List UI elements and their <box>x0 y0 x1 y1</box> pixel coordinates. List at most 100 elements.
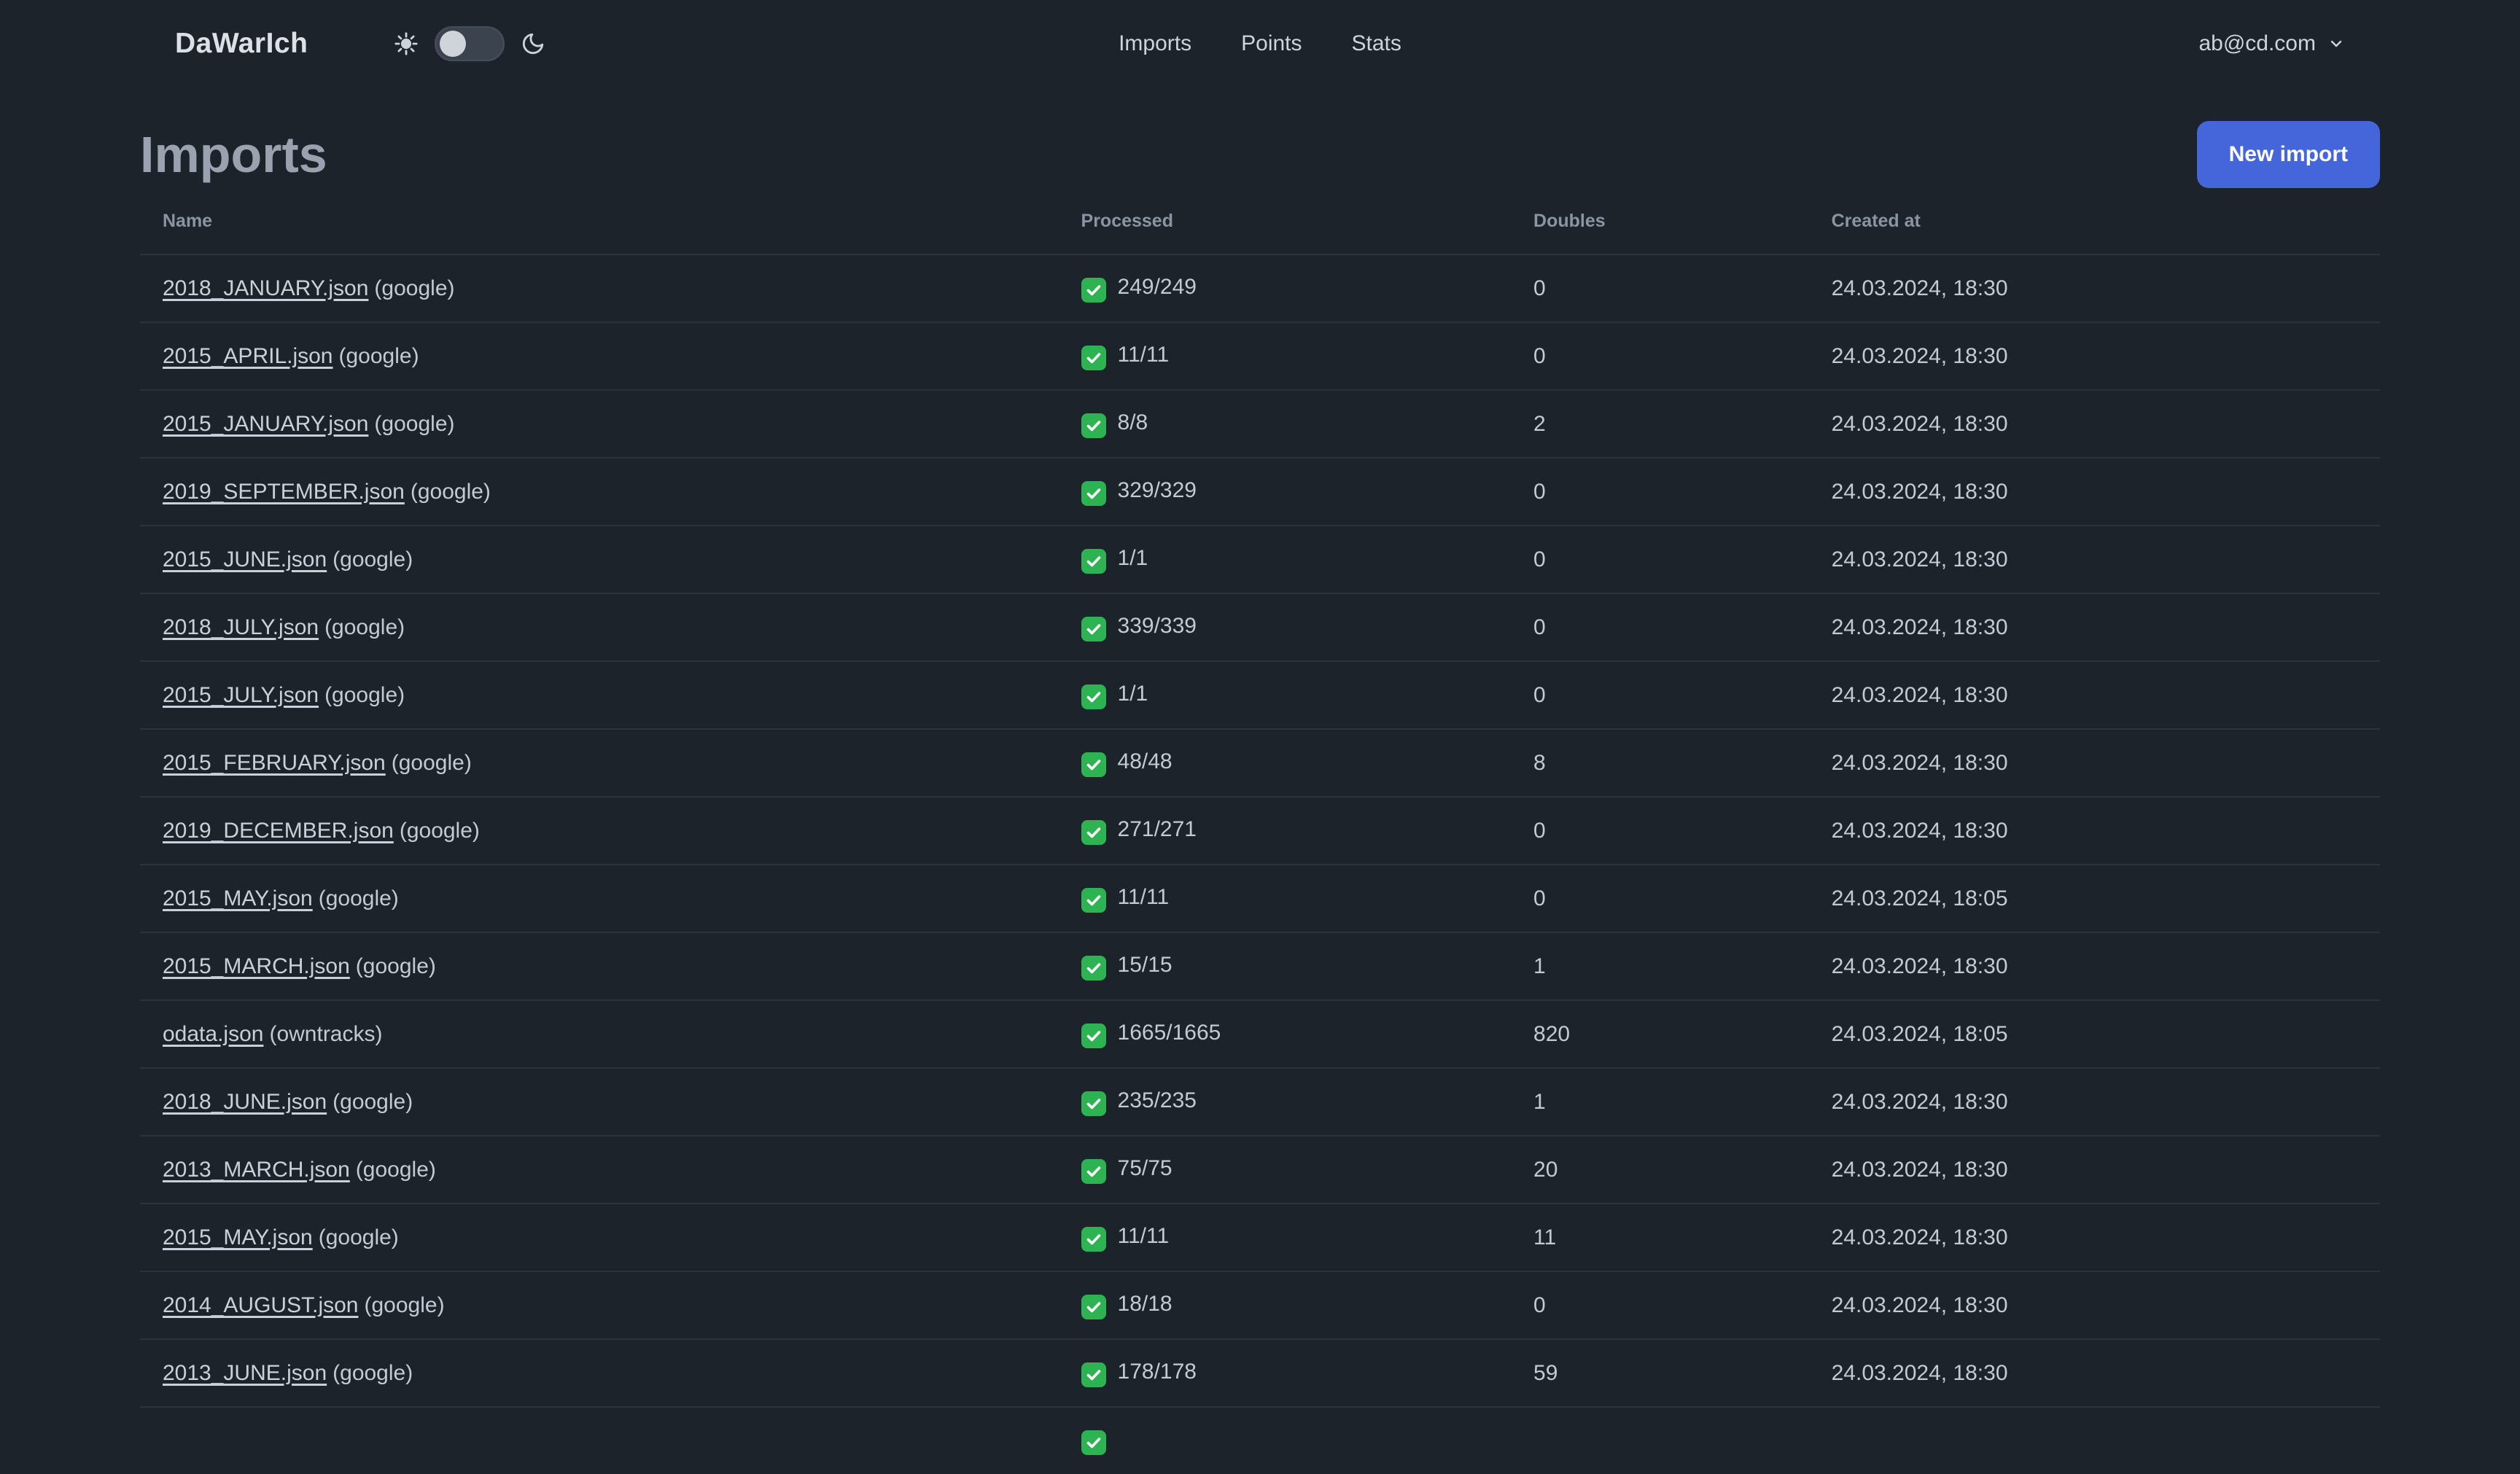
main-content: Imports New import Name Processed Double… <box>140 120 2380 1474</box>
processed-count: 271/271 <box>1117 817 1197 841</box>
processed-cell: 75/75 <box>1058 1135 1512 1204</box>
processed-cell: 48/48 <box>1058 728 1512 797</box>
processed-cell: 1665/1665 <box>1058 999 1512 1068</box>
account-email: ab@cd.com <box>2198 31 2316 55</box>
import-file-link[interactable]: 2018_JANUARY.json <box>163 276 368 300</box>
import-file-link[interactable]: 2018_JULY.json <box>163 615 319 639</box>
table-row: 2015_JANUARY.json (google) 8/8 2 24.03.2024,… <box>140 389 2380 458</box>
processed-count: 18/18 <box>1117 1292 1172 1316</box>
processed-cell: 11/11 <box>1058 321 1512 390</box>
imports-table-head: Name Processed Doubles Created at <box>140 202 2380 254</box>
doubles-cell: 0 <box>1511 660 1809 729</box>
processed-cell: 339/339 <box>1058 593 1512 661</box>
nav-link-stats[interactable]: Stats <box>1352 31 1401 56</box>
name-cell: 2015_APRIL.json (google) <box>140 321 1059 390</box>
table-row: odata.json (owntracks) 1665/1665 820 24.03.2… <box>140 999 2380 1068</box>
import-file-link[interactable]: 2015_JUNE.json <box>163 547 327 572</box>
doubles-cell: 2 <box>1511 389 1809 458</box>
import-file-link[interactable]: 2018_JUNE.json <box>163 1090 327 1114</box>
processed-cell: 18/18 <box>1058 1271 1512 1339</box>
processed-cell: 271/271 <box>1058 796 1512 865</box>
import-file-link[interactable]: 2015_JULY.json <box>163 683 319 707</box>
doubles-cell: 59 <box>1511 1338 1809 1407</box>
created-at-cell <box>1808 1406 2380 1474</box>
name-cell: 2015_MAY.json (google) <box>140 864 1059 932</box>
import-source: (google) <box>391 750 472 775</box>
created-at-cell: 24.03.2024, 18:30 <box>1808 321 2380 390</box>
import-source: (google) <box>364 1292 445 1317</box>
processed-cell <box>1058 1406 1512 1474</box>
created-at-cell: 24.03.2024, 18:30 <box>1808 728 2380 797</box>
name-cell: 2013_MARCH.json (google) <box>140 1135 1059 1204</box>
theme-toggle-group <box>394 26 545 61</box>
created-at-cell: 24.03.2024, 18:30 <box>1808 796 2380 865</box>
created-at-cell: 24.03.2024, 18:05 <box>1808 999 2380 1068</box>
created-at-cell: 24.03.2024, 18:30 <box>1808 389 2380 458</box>
import-source: (google) <box>355 954 436 978</box>
processed-cell: 1/1 <box>1058 525 1512 593</box>
import-file-link[interactable]: 2019_SEPTEMBER.json <box>163 480 405 504</box>
table-row: 2015_MAY.json (google) 11/11 11 24.03.2024, … <box>140 1203 2380 1271</box>
import-file-link[interactable]: 2015_MAY.json <box>163 886 313 910</box>
new-import-button[interactable]: New import <box>2196 121 2380 188</box>
success-check-icon <box>1081 1227 1106 1252</box>
theme-switch[interactable] <box>435 26 505 61</box>
import-source: (google) <box>374 411 455 436</box>
nav-link-points[interactable]: Points <box>1241 31 1302 56</box>
import-file-link[interactable]: 2013_MARCH.json <box>163 1158 350 1182</box>
table-row: 2018_JUNE.json (google) 235/235 1 24.03.2024… <box>140 1067 2380 1136</box>
import-file-link[interactable]: 2013_JUNE.json <box>163 1361 327 1385</box>
processed-count: 48/48 <box>1117 749 1172 773</box>
name-cell: 2018_JUNE.json (google) <box>140 1067 1059 1136</box>
name-cell: 2018_JANUARY.json (google) <box>140 254 1059 322</box>
theme-switch-knob <box>440 30 467 57</box>
column-header-processed: Processed <box>1081 211 1173 231</box>
import-source: (google) <box>324 682 405 707</box>
nav-link-imports[interactable]: Imports <box>1119 31 1191 56</box>
name-cell: 2019_SEPTEMBER.json (google) <box>140 457 1059 526</box>
brand-logo[interactable]: DaWarIch <box>175 28 308 60</box>
name-cell: 2015_MAY.json (google) <box>140 1203 1059 1271</box>
table-row: 2013_JUNE.json (google) 178/178 59 24.03.202… <box>140 1338 2380 1407</box>
import-file-link[interactable]: 2015_MAY.json <box>163 1225 313 1249</box>
success-check-icon <box>1081 1159 1106 1184</box>
processed-cell: 235/235 <box>1058 1067 1512 1136</box>
doubles-cell: 0 <box>1511 457 1809 526</box>
import-file-link[interactable]: 2015_APRIL.json <box>163 344 333 368</box>
table-row: 2014_AUGUST.json (google) 18/18 0 24.03.2024… <box>140 1271 2380 1339</box>
import-source: (google) <box>338 343 419 368</box>
name-cell: 2015_JANUARY.json (google) <box>140 389 1059 458</box>
processed-count: 11/11 <box>1117 885 1170 909</box>
processed-cell: 329/329 <box>1058 457 1512 526</box>
table-row: 2019_SEPTEMBER.json (google) 329/329 0 24.03… <box>140 457 2380 526</box>
page-header: Imports New import <box>140 120 2380 189</box>
import-file-link[interactable]: 2015_FEBRUARY.json <box>163 751 386 775</box>
success-check-icon <box>1081 481 1106 506</box>
success-check-icon <box>1081 1430 1106 1455</box>
created-at-cell: 24.03.2024, 18:30 <box>1808 1271 2380 1339</box>
page-title: Imports <box>140 126 327 183</box>
table-row: 2015_FEBRUARY.json (google) 48/48 8 24.03.20… <box>140 728 2380 797</box>
processed-cell: 15/15 <box>1058 932 1512 1000</box>
processed-cell: 249/249 <box>1058 254 1512 322</box>
import-file-link[interactable]: odata.json <box>163 1022 263 1046</box>
import-file-link[interactable]: 2014_AUGUST.json <box>163 1293 358 1317</box>
created-at-cell: 24.03.2024, 18:30 <box>1808 660 2380 729</box>
doubles-cell: 0 <box>1511 593 1809 661</box>
import-file-link[interactable]: 2019_DECEMBER.json <box>163 819 394 843</box>
created-at-cell: 24.03.2024, 18:30 <box>1808 1135 2380 1204</box>
success-check-icon <box>1081 1295 1106 1319</box>
import-source: (google) <box>410 479 491 504</box>
success-check-icon <box>1081 413 1106 438</box>
import-file-link[interactable]: 2015_JANUARY.json <box>163 412 368 436</box>
processed-count: 339/339 <box>1117 614 1197 638</box>
table-row: 2018_JULY.json (google) 339/339 0 24.03.2024… <box>140 593 2380 661</box>
doubles-cell: 1 <box>1511 932 1809 1000</box>
table-row: 2018_JANUARY.json (google) 249/249 0 24.03.2… <box>140 254 2380 322</box>
sun-icon <box>394 31 419 56</box>
import-source: (google) <box>399 818 480 843</box>
created-at-cell: 24.03.2024, 18:30 <box>1808 593 2380 661</box>
created-at-cell: 24.03.2024, 18:05 <box>1808 864 2380 932</box>
import-file-link[interactable]: 2015_MARCH.json <box>163 954 350 978</box>
account-menu[interactable]: ab@cd.com <box>2198 31 2345 56</box>
